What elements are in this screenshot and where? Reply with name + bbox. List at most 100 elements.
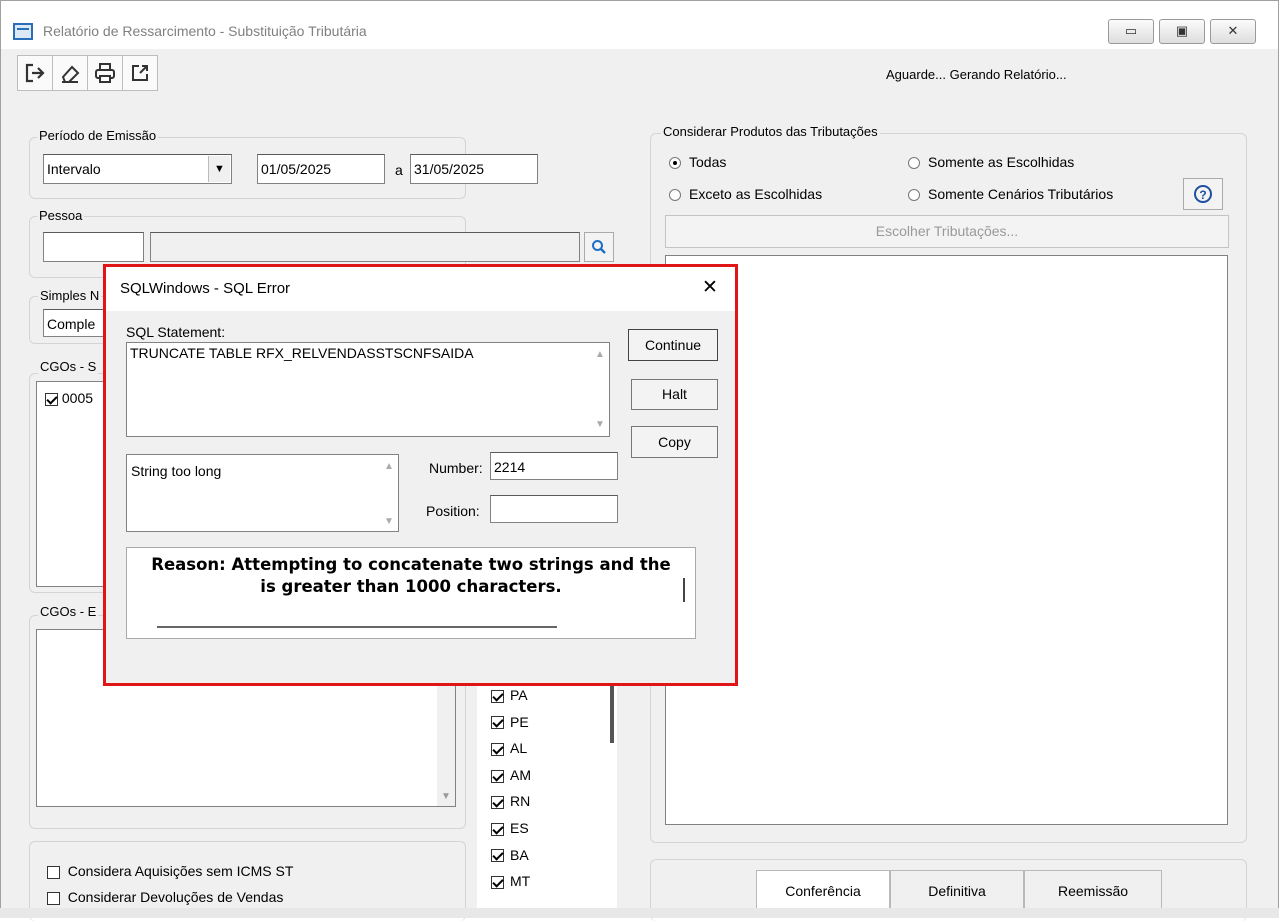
help-button[interactable]: ? [1183,178,1223,210]
radio-exceto-dot[interactable] [669,189,681,202]
uf-checkbox[interactable] [491,769,504,783]
choose-tributacoes-button[interactable]: Escolher Tributações... [665,215,1229,248]
radio-cenarios-dot[interactable] [908,189,920,202]
print-button[interactable] [87,55,123,91]
exit-button[interactable] [17,55,53,91]
tab-conferencia[interactable]: Conferência [756,870,890,910]
simples-select[interactable]: Comple [43,309,109,337]
uf-label: AL [510,740,528,757]
uf-label: BA [510,846,529,863]
uf-label: AM [510,766,531,783]
aquisicoes-option[interactable]: Considera Aquisições sem ICMS ST [47,863,293,879]
maximize-button[interactable]: ▣ [1159,19,1205,44]
pessoa-search-button[interactable] [584,232,614,262]
periodo-select[interactable]: Intervalo ▼ [43,154,232,184]
error-scrollbar[interactable]: ▲ ▼ [380,455,398,531]
statement-scrollbar[interactable]: ▲ ▼ [591,343,609,436]
uf-checkbox[interactable] [491,742,504,756]
number-field[interactable]: 2214 [490,452,618,480]
radio-todas-dot[interactable] [669,157,681,170]
reason-hscroll[interactable] [157,626,557,628]
uf-label: RN [510,793,531,810]
simples-label: Simples N [38,288,102,303]
statement-textarea[interactable]: TRUNCATE TABLE RFX_RELVENDASSTSCNFSAIDA … [126,342,610,437]
aquisicoes-checkbox[interactable] [47,865,60,879]
export-icon [132,65,148,81]
radio-todas[interactable]: Todas [669,154,726,170]
window-title: Relatório de Ressarcimento - Substituiçã… [43,23,367,39]
uf-item[interactable]: MT [491,873,530,889]
export-button[interactable] [122,55,158,91]
uf-item[interactable]: AL [491,740,527,756]
radio-exceto[interactable]: Exceto as Escolhidas [669,186,822,202]
dialog-title-bar: SQLWindows - SQL Error ✕ [106,267,735,311]
pessoa-label: Pessoa [37,208,85,223]
radio-escolhidas[interactable]: Somente as Escolhidas [908,154,1074,170]
chevron-down-icon[interactable]: ▼ [208,156,230,182]
date-from-input[interactable]: 01/05/2025 [257,154,385,184]
devolucoes-label: Considerar Devoluções de Vendas [67,889,284,905]
scroll-up-icon[interactable]: ▲ [384,461,394,472]
uf-item[interactable]: AM [491,767,531,783]
radio-cenarios[interactable]: Somente Cenários Tributários [908,186,1113,202]
uf-checkbox[interactable] [491,689,504,703]
reason-vscroll[interactable] [683,578,685,602]
tab-reemissao[interactable]: Reemissão [1024,870,1162,910]
uf-label: PA [510,687,528,703]
clear-button[interactable] [52,55,88,91]
uf-item[interactable]: ES [491,820,529,836]
search-icon [592,240,606,254]
checkbox-0005[interactable] [45,392,58,406]
uf-label: ES [510,820,529,836]
radio-cenarios-label: Somente Cenários Tributários [928,186,1114,202]
date-to-input[interactable]: 31/05/2025 [410,154,538,184]
radio-exceto-label: Exceto as Escolhidas [689,186,823,202]
continue-button[interactable]: Continue [628,329,718,361]
statement-text: TRUNCATE TABLE RFX_RELVENDASSTSCNFSAIDA [130,345,474,361]
reason-box: Reason: Attempting to concatenate two st… [126,547,696,639]
uf-item[interactable]: RN [491,793,530,809]
aquisicoes-label: Considera Aquisições sem ICMS ST [67,863,294,879]
dialog-title: SQLWindows - SQL Error [120,280,291,297]
uf-checkbox[interactable] [491,796,504,810]
scroll-up-icon[interactable]: ▲ [595,349,605,360]
reason-line1: Reason: Attempting to concatenate two st… [151,555,671,574]
uf-item[interactable]: PE [491,714,529,730]
uf-checkbox[interactable] [491,849,504,863]
uf-checkbox[interactable] [491,716,504,730]
scroll-down-icon[interactable]: ▼ [384,516,394,527]
minimize-button[interactable]: ▭ [1108,19,1154,44]
svg-text:?: ? [1199,188,1206,202]
uf-item[interactable]: BA [491,847,529,863]
cgos-s-list: 0005 [36,381,109,587]
date-separator: a [395,162,403,178]
bottom-edge [0,908,1279,918]
title-bar: Relatório de Ressarcimento - Substituiçã… [1,1,1278,49]
radio-escolhidas-dot[interactable] [908,157,920,170]
help-icon: ? [1194,185,1212,203]
error-text-box[interactable]: String too long ▲ ▼ [126,454,399,532]
devolucoes-option[interactable]: Considerar Devoluções de Vendas [47,889,283,905]
halt-button[interactable]: Halt [631,379,718,410]
position-label: Position: [426,503,480,519]
position-field[interactable] [490,495,618,523]
tributacoes-label: Considerar Produtos das Tributações [661,124,880,139]
exit-icon [25,63,45,83]
uf-item[interactable]: PA [491,687,528,703]
uf-scroll-thumb[interactable] [610,681,614,743]
tributacoes-list [665,255,1228,825]
app-icon [13,23,33,40]
uf-checkbox[interactable] [491,875,504,889]
close-button[interactable]: ✕ [1210,19,1256,44]
scroll-down-icon[interactable]: ▼ [595,419,605,430]
dialog-close-button[interactable]: ✕ [702,276,718,299]
number-label: Number: [429,460,483,476]
uf-checkbox[interactable] [491,822,504,836]
scroll-down-icon[interactable]: ▼ [441,791,451,802]
tab-definitiva[interactable]: Definitiva [890,870,1024,910]
pessoa-code-input[interactable] [43,232,144,262]
printer-icon [95,63,115,83]
copy-button[interactable]: Copy [631,426,718,458]
list-item[interactable]: 0005 [45,390,93,406]
devolucoes-checkbox[interactable] [47,891,60,905]
